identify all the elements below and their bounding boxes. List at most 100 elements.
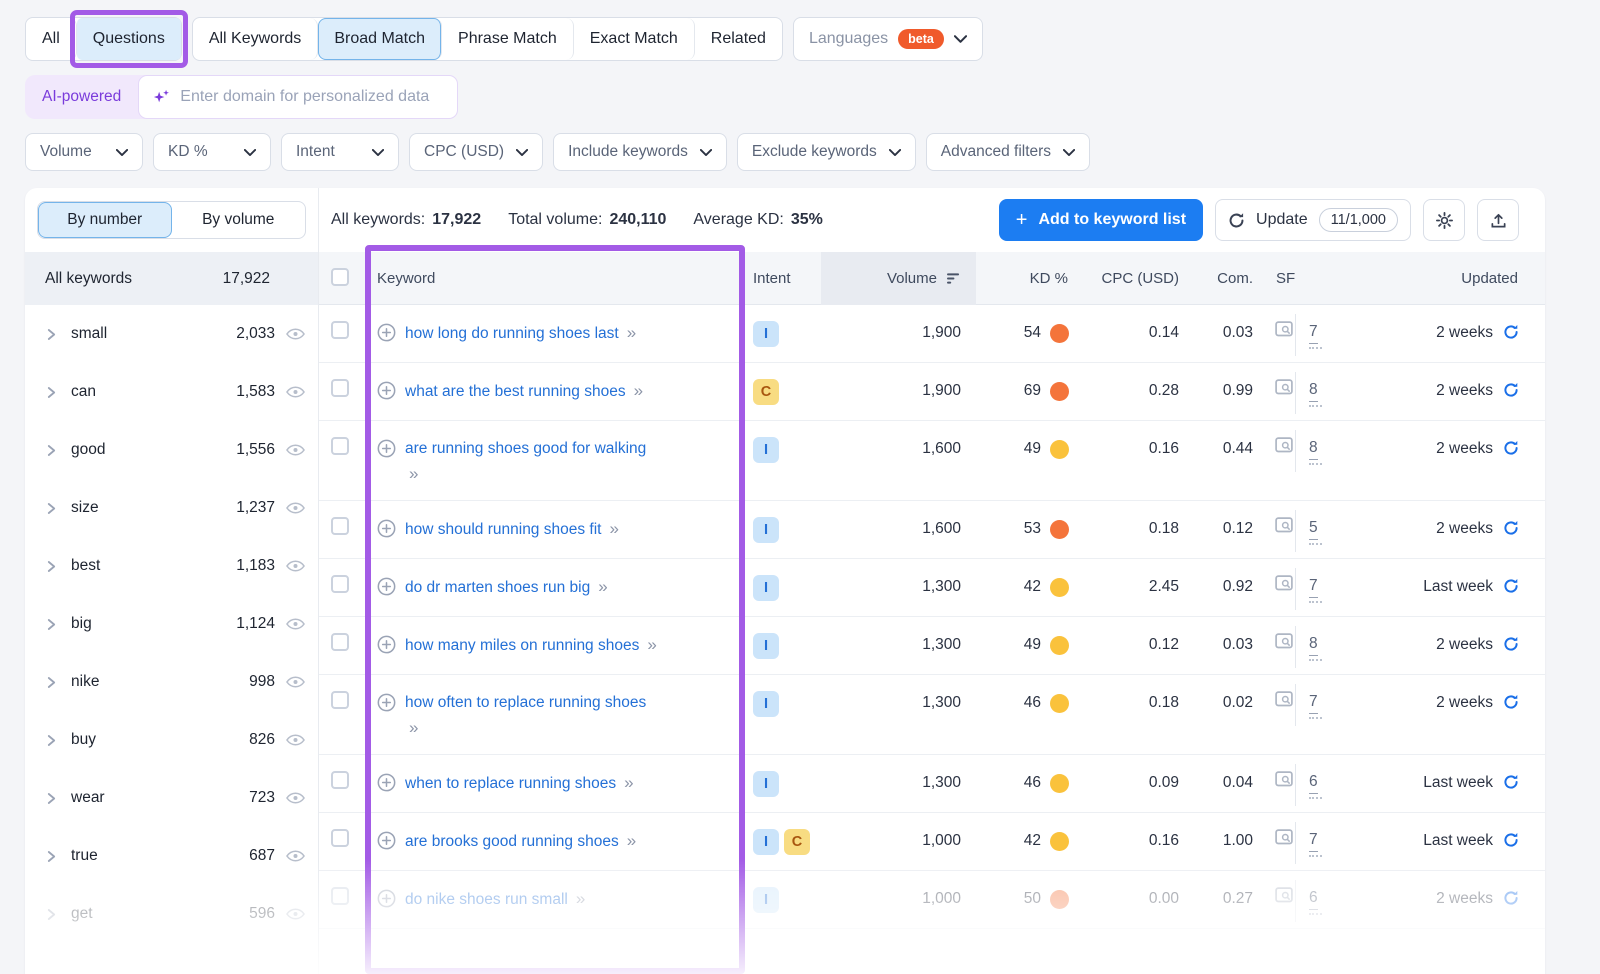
row-checkbox[interactable] <box>331 379 349 397</box>
col-kd[interactable]: KD % <box>976 270 1081 287</box>
sf-link[interactable]: 8 <box>1309 379 1322 414</box>
toggle-by-volume[interactable]: By volume <box>172 202 306 238</box>
sidebar-group-item[interactable]: size 1,237 <box>25 479 318 537</box>
add-to-keyword-list-button[interactable]: + Add to keyword list <box>999 199 1203 241</box>
add-keyword-icon[interactable] <box>377 831 396 854</box>
filter-intent[interactable]: Intent <box>281 133 399 171</box>
eye-icon[interactable] <box>286 502 305 514</box>
eye-icon[interactable] <box>286 676 305 688</box>
sf-link[interactable]: 6 <box>1309 771 1322 806</box>
eye-icon[interactable] <box>286 618 305 630</box>
sf-link[interactable]: 8 <box>1309 437 1322 472</box>
add-keyword-icon[interactable] <box>377 635 396 658</box>
chevron-right-icon[interactable] <box>47 908 56 921</box>
serp-preview-icon[interactable] <box>1275 633 1293 649</box>
row-checkbox[interactable] <box>331 633 349 651</box>
col-sf[interactable]: SF <box>1261 270 1295 287</box>
refresh-icon[interactable] <box>1503 774 1519 795</box>
languages-dropdown[interactable]: Languages beta <box>793 17 983 61</box>
serp-preview-icon[interactable] <box>1275 575 1293 591</box>
keyword-link[interactable]: how many miles on running shoes» <box>405 633 655 658</box>
col-cpc[interactable]: CPC (USD) <box>1081 270 1191 287</box>
refresh-icon[interactable] <box>1503 890 1519 911</box>
col-keyword[interactable]: Keyword <box>363 270 737 287</box>
row-checkbox[interactable] <box>331 575 349 593</box>
settings-button[interactable] <box>1423 199 1465 241</box>
chevron-right-icon[interactable] <box>47 328 56 341</box>
add-keyword-icon[interactable] <box>377 889 396 912</box>
tab-questions[interactable]: Questions <box>77 18 181 60</box>
sidebar-group-item[interactable]: get 596 <box>25 885 318 943</box>
filter-advanced[interactable]: Advanced filters <box>926 133 1090 171</box>
col-volume[interactable]: Volume <box>821 252 976 305</box>
refresh-icon[interactable] <box>1503 578 1519 599</box>
eye-icon[interactable] <box>286 792 305 804</box>
filter-cpc[interactable]: CPC (USD) <box>409 133 543 171</box>
sf-link[interactable]: 8 <box>1309 633 1322 668</box>
add-keyword-icon[interactable] <box>377 323 396 346</box>
sidebar-group-item[interactable]: good 1,556 <box>25 421 318 479</box>
refresh-icon[interactable] <box>1503 694 1519 715</box>
tab-broad-match[interactable]: Broad Match <box>318 18 442 60</box>
row-checkbox[interactable] <box>331 321 349 339</box>
serp-preview-icon[interactable] <box>1275 887 1293 903</box>
serp-preview-icon[interactable] <box>1275 829 1293 845</box>
keyword-link[interactable]: do dr marten shoes run big» <box>405 575 606 600</box>
chevron-right-icon[interactable] <box>47 444 56 457</box>
row-checkbox[interactable] <box>331 437 349 455</box>
col-com[interactable]: Com. <box>1191 270 1261 287</box>
eye-icon[interactable] <box>286 386 305 398</box>
domain-input[interactable] <box>180 88 444 106</box>
add-keyword-icon[interactable] <box>377 519 396 542</box>
serp-preview-icon[interactable] <box>1275 321 1293 337</box>
keyword-link[interactable]: how should running shoes fit» <box>405 517 617 542</box>
serp-preview-icon[interactable] <box>1275 437 1293 453</box>
keyword-link[interactable]: are running shoes good for walking» <box>405 437 646 486</box>
row-checkbox[interactable] <box>331 771 349 789</box>
refresh-icon[interactable] <box>1503 324 1519 345</box>
keyword-link[interactable]: how often to replace running shoes» <box>405 691 646 740</box>
eye-icon[interactable] <box>286 908 305 920</box>
eye-icon[interactable] <box>286 850 305 862</box>
row-checkbox[interactable] <box>331 829 349 847</box>
refresh-icon[interactable] <box>1503 382 1519 403</box>
serp-preview-icon[interactable] <box>1275 379 1293 395</box>
export-button[interactable] <box>1477 199 1519 241</box>
filter-kd[interactable]: KD % <box>153 133 271 171</box>
add-keyword-icon[interactable] <box>377 439 396 486</box>
toggle-by-number[interactable]: By number <box>38 202 172 238</box>
serp-preview-icon[interactable] <box>1275 517 1293 533</box>
chevron-right-icon[interactable] <box>47 618 56 631</box>
chevron-right-icon[interactable] <box>47 792 56 805</box>
sidebar-group-item[interactable]: can 1,583 <box>25 363 318 421</box>
row-checkbox[interactable] <box>331 887 349 905</box>
eye-icon[interactable] <box>286 328 305 340</box>
row-checkbox[interactable] <box>331 691 349 709</box>
filter-exclude-keywords[interactable]: Exclude keywords <box>737 133 916 171</box>
keyword-link[interactable]: do nike shoes run small» <box>405 887 583 912</box>
keyword-link[interactable]: when to replace running shoes» <box>405 771 632 796</box>
sf-link[interactable]: 5 <box>1309 517 1322 552</box>
sidebar-group-item[interactable]: true 687 <box>25 827 318 885</box>
sidebar-group-item[interactable]: best 1,183 <box>25 537 318 595</box>
select-all-checkbox[interactable] <box>331 268 349 286</box>
add-keyword-icon[interactable] <box>377 693 396 740</box>
col-intent[interactable]: Intent <box>737 270 821 287</box>
col-updated[interactable]: Updated <box>1339 270 1545 287</box>
sidebar-group-item[interactable]: small 2,033 <box>25 305 318 363</box>
row-checkbox[interactable] <box>331 517 349 535</box>
chevron-right-icon[interactable] <box>47 676 56 689</box>
sf-link[interactable]: 7 <box>1309 691 1322 726</box>
sf-link[interactable]: 7 <box>1309 575 1322 610</box>
chevron-right-icon[interactable] <box>47 734 56 747</box>
filter-volume[interactable]: Volume <box>25 133 143 171</box>
eye-icon[interactable] <box>286 444 305 456</box>
sidebar-group-item[interactable]: big 1,124 <box>25 595 318 653</box>
sf-link[interactable]: 7 <box>1309 321 1322 356</box>
sidebar-group-item[interactable]: wear 723 <box>25 769 318 827</box>
tab-all-keywords[interactable]: All Keywords <box>193 18 318 60</box>
update-button[interactable]: Update 11/1,000 <box>1215 199 1411 241</box>
eye-icon[interactable] <box>286 560 305 572</box>
refresh-icon[interactable] <box>1503 520 1519 541</box>
chevron-right-icon[interactable] <box>47 502 56 515</box>
